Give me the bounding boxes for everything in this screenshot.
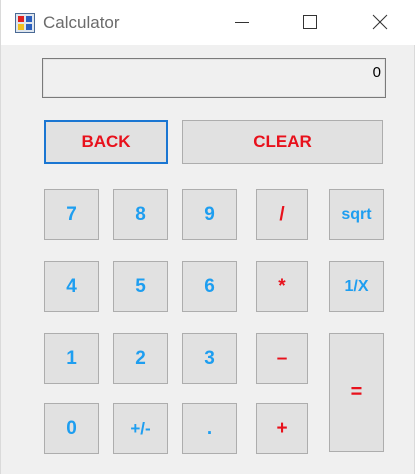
negate-button[interactable]: +/- xyxy=(113,403,168,454)
minimize-button[interactable] xyxy=(219,0,265,45)
window-title: Calculator xyxy=(43,13,120,32)
digit-8-button[interactable]: 8 xyxy=(113,189,168,240)
maximize-icon xyxy=(303,15,317,29)
close-button[interactable] xyxy=(357,0,403,45)
minus-button[interactable]: – xyxy=(256,333,308,384)
digit-5-button[interactable]: 5 xyxy=(113,261,168,312)
display-field[interactable]: 0 xyxy=(42,58,386,98)
sqrt-button[interactable]: sqrt xyxy=(329,189,384,240)
back-button[interactable]: BACK xyxy=(44,120,168,164)
multiply-button[interactable]: * xyxy=(256,261,308,312)
equals-button[interactable]: = xyxy=(329,333,384,452)
maximize-button[interactable] xyxy=(287,0,333,45)
calculator-window: Calculator 0 BACK CLEAR 7 8 9 / sqrt 4 5… xyxy=(0,0,415,474)
title-bar: Calculator xyxy=(1,0,415,45)
app-icon xyxy=(15,13,35,33)
clear-button[interactable]: CLEAR xyxy=(182,120,383,164)
digit-3-button[interactable]: 3 xyxy=(182,333,237,384)
decimal-button[interactable]: . xyxy=(182,403,237,454)
close-icon xyxy=(372,14,388,30)
display-value: 0 xyxy=(372,64,381,81)
divide-button[interactable]: / xyxy=(256,189,308,240)
digit-6-button[interactable]: 6 xyxy=(182,261,237,312)
digit-7-button[interactable]: 7 xyxy=(44,189,99,240)
digit-0-button[interactable]: 0 xyxy=(44,403,99,454)
plus-button[interactable]: + xyxy=(256,403,308,454)
digit-4-button[interactable]: 4 xyxy=(44,261,99,312)
reciprocal-button[interactable]: 1/X xyxy=(329,261,384,312)
digit-9-button[interactable]: 9 xyxy=(182,189,237,240)
minimize-icon xyxy=(235,22,249,23)
digit-1-button[interactable]: 1 xyxy=(44,333,99,384)
digit-2-button[interactable]: 2 xyxy=(113,333,168,384)
